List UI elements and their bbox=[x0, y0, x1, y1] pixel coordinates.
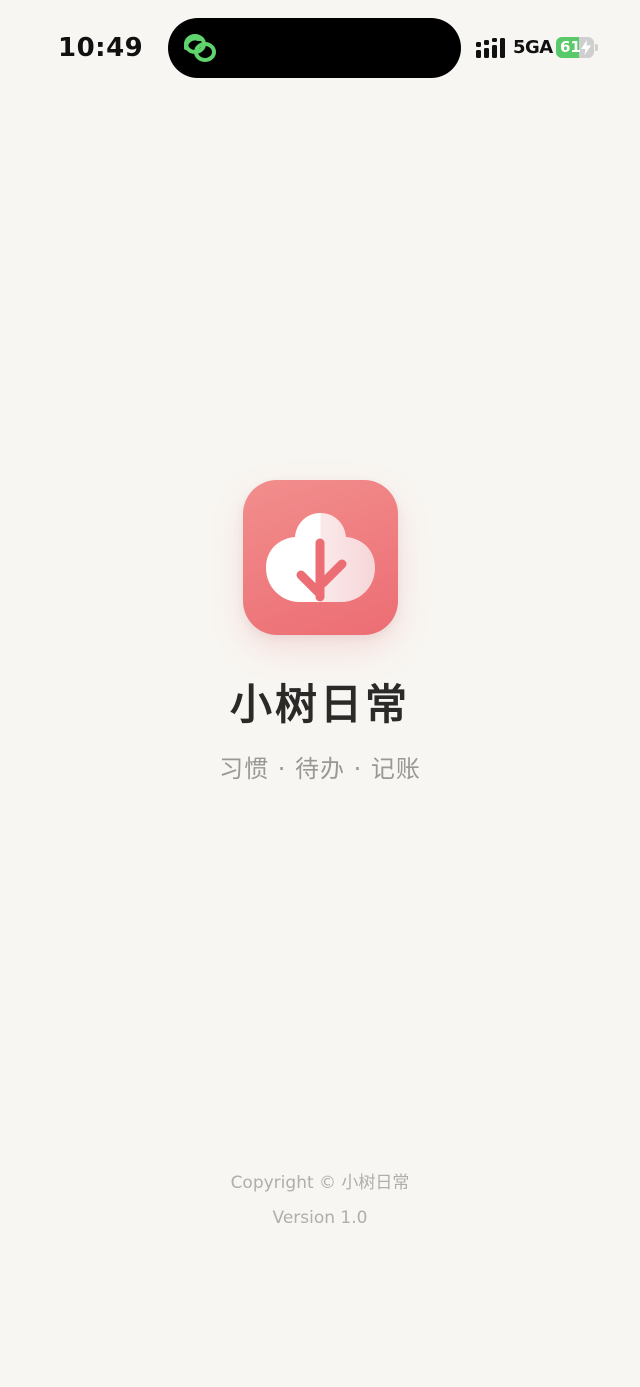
app-name: 小树日常 bbox=[229, 680, 410, 729]
splash-screen: 10:49 5GA 61 小树日常 习惯 · 待办 · 记账 Copyright… bbox=[0, 0, 640, 1387]
status-time: 10:49 bbox=[58, 33, 144, 63]
battery-percent: 61 bbox=[560, 38, 581, 56]
battery-cap bbox=[595, 44, 598, 51]
app-logo bbox=[243, 480, 398, 635]
dynamic-island[interactable] bbox=[168, 18, 461, 78]
signal-bars-icon bbox=[476, 38, 505, 58]
version-text: Version 1.0 bbox=[272, 1208, 368, 1228]
battery-indicator: 61 bbox=[556, 37, 594, 58]
network-type: 5GA bbox=[513, 37, 553, 58]
link-rings-icon bbox=[184, 34, 216, 62]
app-tagline: 习惯 · 待办 · 记账 bbox=[219, 755, 421, 783]
cloud-tree-icon bbox=[266, 513, 375, 602]
copyright-text: Copyright © 小树日常 bbox=[230, 1173, 410, 1193]
bolt-icon bbox=[581, 40, 591, 55]
